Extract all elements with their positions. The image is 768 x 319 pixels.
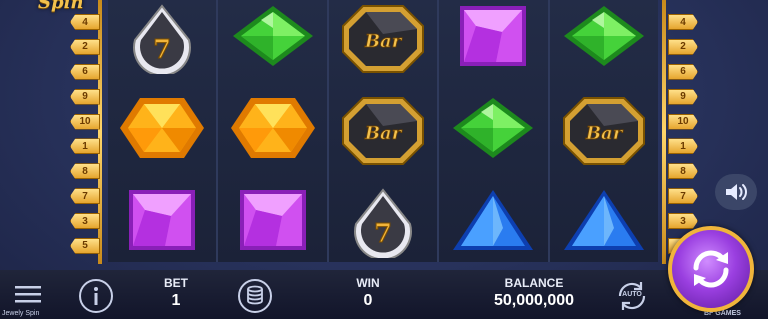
payline-tag-1: 1 <box>70 138 100 155</box>
reel-3: Bar Bar 7 <box>329 0 440 262</box>
seven-symbol: 7 <box>127 4 197 74</box>
balance-value: 50,000,000 <box>493 292 575 309</box>
purple-gem-symbol <box>125 188 199 252</box>
payline-tag-4: 4 <box>668 14 698 30</box>
green-gem-symbol <box>231 4 315 68</box>
payline-tag-6: 6 <box>668 63 698 80</box>
win-label: WIN <box>356 276 380 290</box>
purple-gem-symbol <box>456 4 530 68</box>
orange-gem-symbol <box>230 96 315 160</box>
game-logo: Spin <box>38 0 84 13</box>
auto-label: AUTO <box>622 291 642 298</box>
bet-select-button[interactable] <box>237 278 273 314</box>
orange-gem-symbol <box>120 96 205 160</box>
payline-indicators-left: 4 2 6 9 10 1 8 7 3 5 <box>66 0 102 264</box>
payline-tag-7: 7 <box>70 188 100 205</box>
reel-5: Bar <box>550 0 658 262</box>
reel-4 <box>439 0 550 262</box>
speaker-icon <box>726 184 747 200</box>
purple-gem-symbol <box>236 188 310 252</box>
reel-area: 7 Bar Bar 7 Bar <box>108 0 658 262</box>
payline-tag-4: 4 <box>70 14 100 30</box>
bet-value: 1 <box>171 292 181 309</box>
auto-spin-button[interactable]: AUTO <box>614 278 650 314</box>
bar-symbol: Bar <box>341 4 425 74</box>
svg-text:Bar: Bar <box>364 31 403 52</box>
payline-tag-5: 5 <box>70 237 100 254</box>
payline-tag-10: 10 <box>668 113 698 130</box>
payline-tag-10: 10 <box>70 113 100 130</box>
green-gem-symbol <box>562 4 646 68</box>
win-value: 0 <box>363 292 373 309</box>
reel-2 <box>218 0 329 262</box>
info-icon <box>79 279 113 313</box>
seven-symbol: 7 <box>348 188 418 258</box>
payline-tag-8: 8 <box>668 163 698 180</box>
svg-text:Bar: Bar <box>364 123 403 144</box>
spin-arrows-icon <box>693 250 729 288</box>
payline-tag-2: 2 <box>668 38 698 55</box>
bet-label: BET <box>164 276 188 290</box>
svg-text:7: 7 <box>374 219 392 249</box>
bar-symbol: Bar <box>562 96 646 166</box>
sound-button[interactable] <box>715 174 757 210</box>
reel-frame-right <box>662 0 666 264</box>
menu-button[interactable] <box>14 282 42 306</box>
coin-stack-icon <box>238 279 272 313</box>
payline-tag-9: 9 <box>668 88 698 105</box>
payline-tag-7: 7 <box>668 188 698 205</box>
payline-tag-9: 9 <box>70 88 100 105</box>
info-button[interactable] <box>78 278 114 314</box>
bar-symbol: Bar <box>341 96 425 166</box>
payline-tag-3: 3 <box>70 213 100 229</box>
payline-tag-6: 6 <box>70 63 100 80</box>
reel-1: 7 <box>108 0 219 262</box>
payline-tag-1: 1 <box>668 138 698 155</box>
blue-gem-symbol <box>451 188 535 252</box>
svg-text:7: 7 <box>153 35 171 65</box>
payline-tag-8: 8 <box>70 163 100 180</box>
payline-tag-2: 2 <box>70 38 100 55</box>
svg-text:Bar: Bar <box>585 123 624 144</box>
control-bar: Jewely Spin BET 1 WIN 0 BALANCE 50,000,0… <box>0 270 768 319</box>
blue-gem-symbol <box>562 188 646 252</box>
green-gem-symbol <box>451 96 535 160</box>
game-name: Jewely Spin <box>2 310 40 317</box>
menu-icon <box>15 286 41 303</box>
payline-tag-3: 3 <box>668 213 698 229</box>
balance-label: BALANCE <box>504 276 564 290</box>
payline-indicators-right: 42691018735 <box>662 0 698 264</box>
spin-button[interactable] <box>668 226 754 312</box>
